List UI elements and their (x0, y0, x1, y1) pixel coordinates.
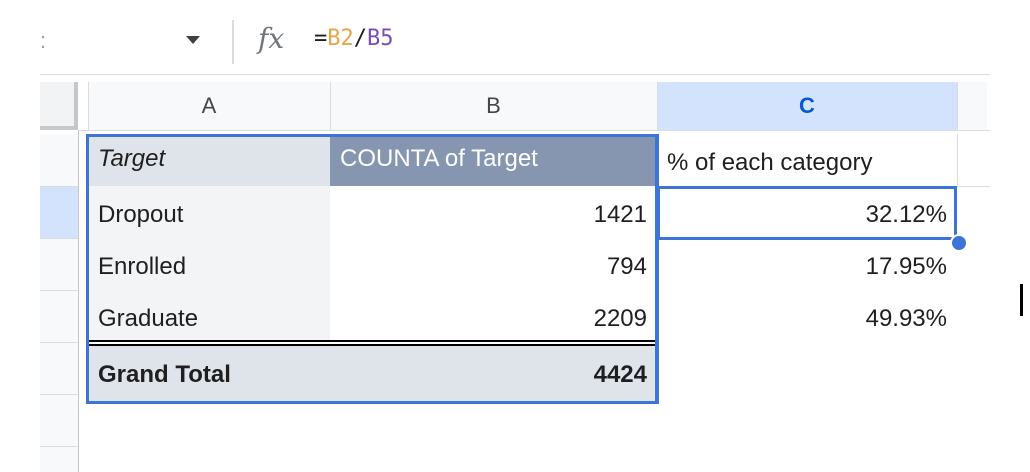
toolbar-overflow-dots: : (40, 28, 47, 53)
row-header-1[interactable] (40, 134, 78, 186)
column-header-bottom (78, 130, 990, 131)
formula-slash: / (353, 26, 367, 51)
formula-bar-bottom-border (40, 74, 990, 75)
range-b-right-edge (655, 134, 658, 404)
pivot-range-highlight (86, 134, 659, 404)
column-header-d[interactable] (957, 82, 987, 130)
formula-ref-b5: B5 (367, 26, 394, 51)
select-all-corner[interactable] (40, 82, 78, 130)
grid-line (957, 134, 958, 186)
row-header-2[interactable] (40, 186, 78, 238)
row-header-edge (78, 130, 79, 472)
formula-ref-b2: B2 (327, 26, 354, 51)
row-header-5[interactable] (40, 342, 78, 394)
col-sep (657, 82, 658, 130)
row-sep (40, 394, 78, 395)
row-sep (40, 446, 78, 447)
name-box-dropdown-icon[interactable] (186, 36, 200, 44)
fill-handle[interactable] (950, 234, 968, 252)
text-cursor (1020, 284, 1023, 316)
fx-icon: fx (258, 22, 285, 55)
cell-c1[interactable]: % of each category (657, 138, 957, 188)
col-sep (88, 82, 89, 130)
column-header-b[interactable]: B (330, 82, 657, 130)
formula-bar-divider (232, 20, 234, 64)
row-sep (40, 290, 78, 291)
formula-input[interactable]: =B2/B5 (314, 26, 394, 51)
selected-cell-outline[interactable] (657, 186, 957, 240)
formula-eq: = (314, 26, 328, 51)
column-header-a[interactable]: A (88, 82, 330, 130)
cell-c3[interactable]: 17.95% (657, 242, 957, 292)
column-header-c[interactable]: C (657, 82, 957, 130)
row-header-6[interactable] (40, 394, 78, 446)
row-header-3[interactable] (40, 238, 78, 290)
row-header-4[interactable] (40, 290, 78, 342)
col-sep (330, 82, 331, 130)
row-sep (40, 238, 78, 239)
col-sep (957, 82, 958, 130)
row-header-7[interactable] (40, 446, 78, 472)
row-sep (40, 342, 78, 343)
cell-c4[interactable]: 49.93% (657, 294, 957, 344)
row-sep (40, 186, 78, 187)
